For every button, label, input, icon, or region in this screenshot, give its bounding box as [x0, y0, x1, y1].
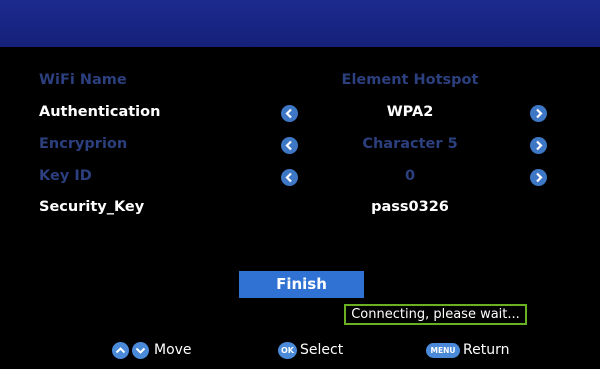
chevron-up-icon	[112, 342, 129, 359]
setting-label: Encryprion	[39, 136, 128, 152]
connecting-status: Connecting, please wait...	[344, 304, 527, 325]
menu-button-icon: MENU	[426, 343, 460, 358]
chevron-left-icon[interactable]	[281, 105, 298, 122]
chevron-right-icon[interactable]	[530, 137, 547, 154]
setting-value: WPA2	[386, 104, 434, 120]
setting-value: 0	[404, 168, 416, 184]
finish-button[interactable]: Finish	[239, 271, 364, 298]
setting-row-key-id[interactable]: Key ID 0	[0, 165, 600, 191]
setting-row-wifi-name[interactable]: WiFi Name Element Hotspot	[0, 69, 600, 95]
ok-button-icon: OK	[278, 342, 297, 359]
setting-label: Security_Key	[39, 199, 145, 215]
setting-label: WiFi Name	[39, 72, 127, 88]
setting-row-encryption[interactable]: Encryprion Character 5	[0, 133, 600, 159]
chevron-left-icon[interactable]	[281, 169, 298, 186]
setting-value: Element Hotspot	[341, 72, 479, 88]
setting-label: Key ID	[39, 168, 92, 184]
setting-value: Character 5	[362, 136, 458, 152]
return-label: Return	[463, 342, 510, 358]
chevron-right-icon[interactable]	[530, 105, 547, 122]
chevron-left-icon[interactable]	[281, 137, 298, 154]
setting-row-authentication[interactable]: Authentication WPA2	[0, 101, 600, 127]
header-bar	[0, 0, 600, 47]
move-label: Move	[154, 342, 192, 358]
setting-label: Authentication	[39, 104, 161, 120]
move-hint: Move	[112, 340, 202, 362]
chevron-right-icon[interactable]	[530, 169, 547, 186]
select-label: Select	[300, 342, 344, 358]
setting-value: pass0326	[371, 199, 449, 215]
chevron-down-icon	[132, 342, 149, 359]
return-hint: MENU Return	[426, 340, 526, 362]
select-hint: OK Select	[278, 340, 358, 362]
setting-row-security-key[interactable]: Security_Key pass0326	[0, 196, 600, 222]
